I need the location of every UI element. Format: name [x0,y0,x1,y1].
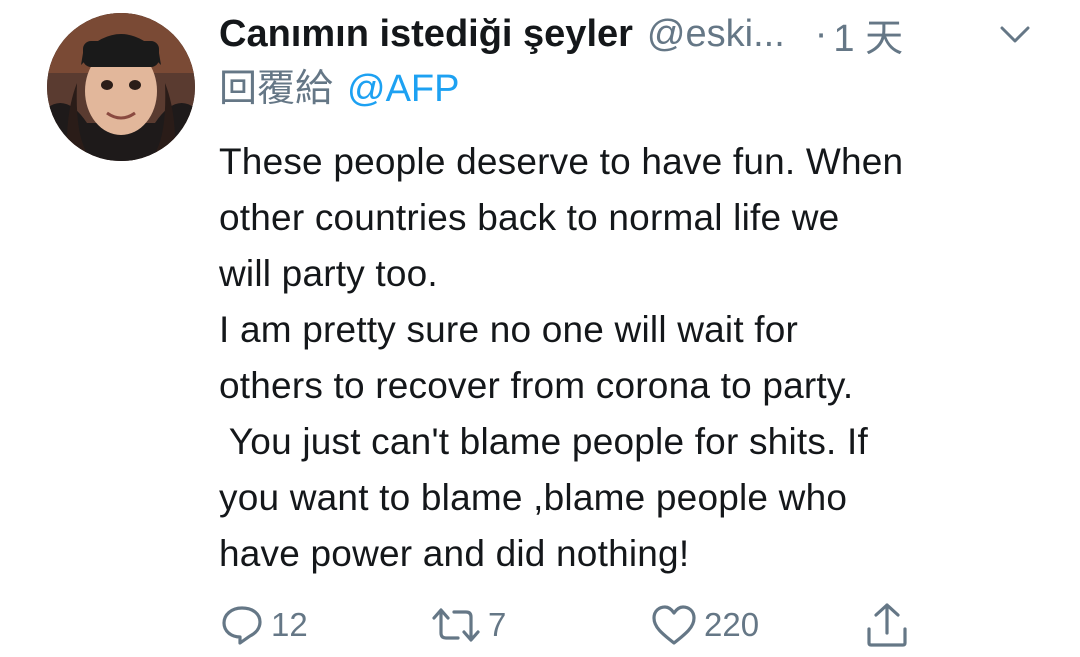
reply-button[interactable]: 12 [219,595,308,655]
tweet-text-line: I am pretty sure no one will wait for [219,309,799,350]
reply-target-link[interactable]: @AFP [347,68,459,110]
tweet-text-line: you want to blame ,blame people who [219,477,848,518]
heart-icon [652,605,696,645]
retweet-count: 7 [488,606,507,643]
tweet-text-line: These people deserve to have fun. When [219,141,904,182]
share-icon [867,603,907,647]
user-handle[interactable]: @eski... [647,13,785,56]
avatar[interactable] [47,13,195,161]
timestamp[interactable]: 1 天 [833,7,903,62]
tweet-text: These people deserve to have fun. When o… [219,134,1059,582]
display-name[interactable]: Canımın istediği şeyler [219,13,633,56]
retweet-button[interactable]: 7 [430,595,506,655]
action-bar: 12 7 220 [0,595,1080,655]
reply-prefix: 回覆給 [219,68,334,110]
like-button[interactable]: 220 [650,595,759,655]
tweet-header: Canımın istediği şeyler @eski... · 1 天 [219,8,1059,60]
tweet-text-line: other countries back to normal life we [219,197,840,238]
tweet-text-line: have power and did nothing! [219,533,690,574]
tweet-text-line: You just can't blame people for shits. I… [219,421,868,462]
reply-icon [222,606,262,645]
share-button[interactable] [864,595,910,655]
reply-count: 12 [271,606,308,643]
separator-dot: · [814,12,828,55]
tweet-text-line: will party too. [219,253,438,294]
like-count: 220 [704,606,760,643]
tweet-text-line: others to recover from corona to party. [219,365,854,406]
avatar-image [47,13,195,161]
retweet-icon [432,608,480,642]
chevron-down-icon[interactable] [999,24,1031,46]
reply-context: 回覆給 @AFP [219,64,460,114]
